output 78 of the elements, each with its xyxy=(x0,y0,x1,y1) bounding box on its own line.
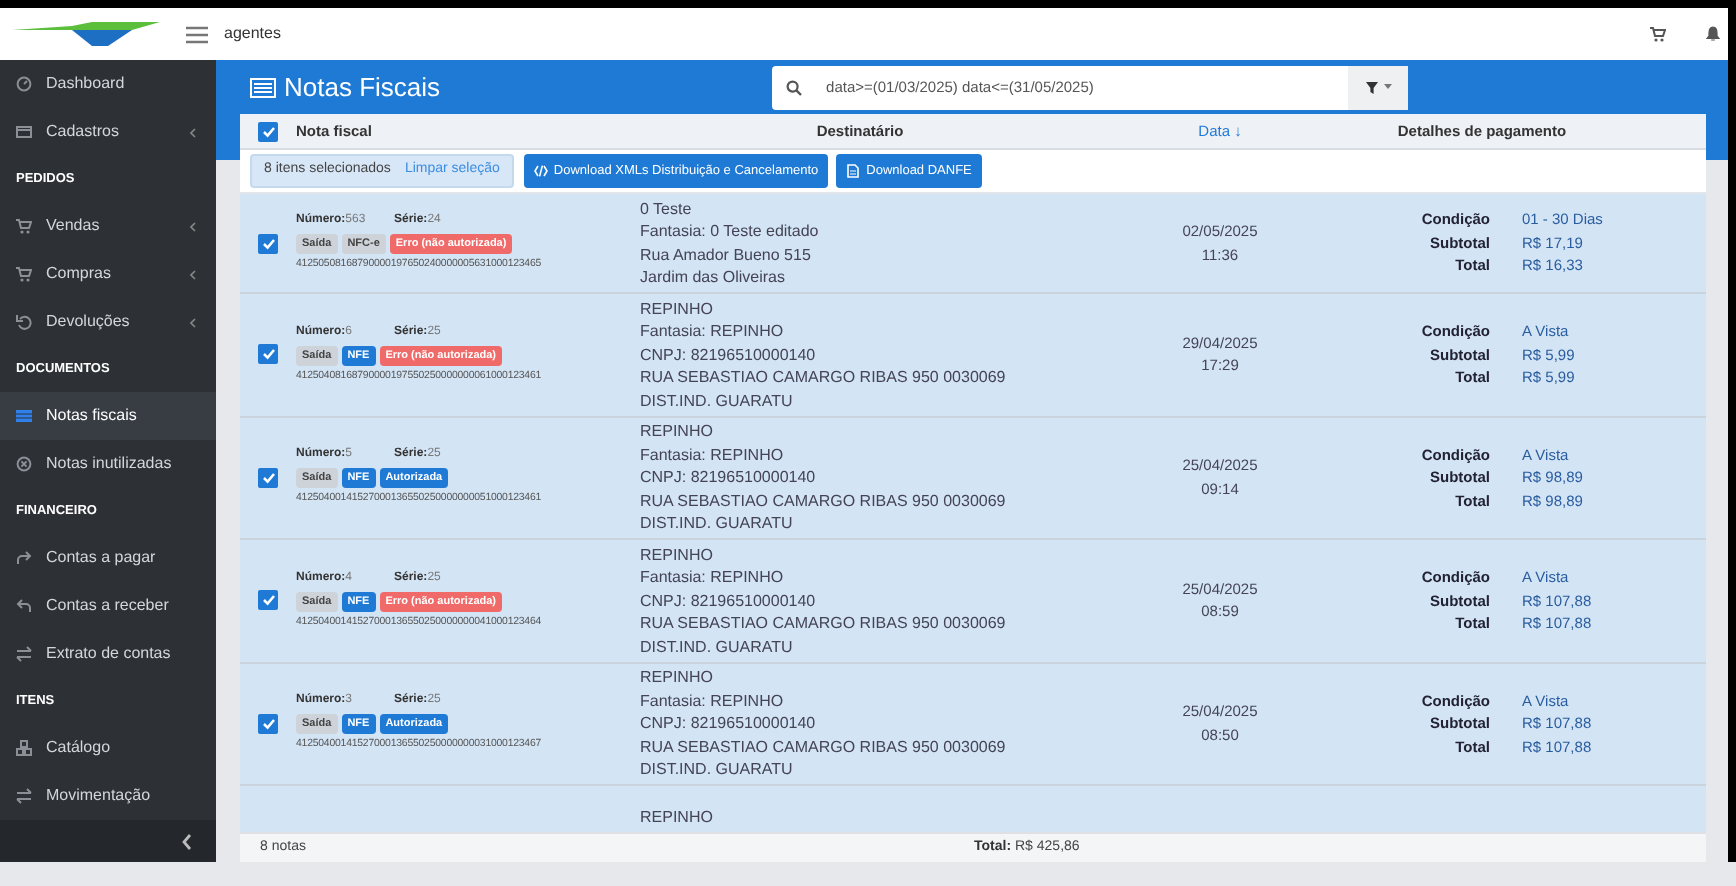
table-row[interactable]: REPINHO xyxy=(240,786,1706,832)
recipient-detail: RUA SEBASTIAO CAMARGO RIBAS 950 0030069 xyxy=(640,366,1008,389)
recipient-detail: CNPJ: 82196510000140 xyxy=(640,712,818,735)
recipient-detail: Fantasia: REPINHO xyxy=(640,689,786,712)
recipient-detail: REPINHO xyxy=(640,666,715,689)
recipient-detail: 0 Teste xyxy=(640,197,694,220)
recipient-detail: REPINHO xyxy=(640,297,715,320)
cross-circle-icon xyxy=(16,456,32,472)
chevron-icon xyxy=(190,317,196,327)
recipient-detail: DIST.IND. GUARATU xyxy=(640,512,795,535)
sidebar-item[interactable]: Contas a pagar xyxy=(0,534,216,582)
account-name: agentes xyxy=(224,22,281,46)
table-row[interactable] xyxy=(240,294,1706,417)
sidebar-item[interactable]: Dashboard xyxy=(0,60,216,108)
list-icon xyxy=(16,408,32,424)
table-row[interactable] xyxy=(240,417,1706,540)
caret-icon xyxy=(1383,84,1392,90)
filter-dropdown[interactable] xyxy=(1348,65,1409,109)
table-row[interactable] xyxy=(240,194,1706,294)
search-icon xyxy=(786,79,803,95)
cart-icon[interactable] xyxy=(1650,26,1666,42)
recipient-detail: RUA SEBASTIAO CAMARGO RIBAS 950 0030069 xyxy=(640,735,1008,758)
list-icon xyxy=(250,77,276,97)
recipient-detail: Fantasia: REPINHO xyxy=(640,566,786,589)
swap-arrows-icon xyxy=(16,646,32,662)
recipient-detail: CNPJ: 82196510000140 xyxy=(640,466,818,489)
menu-icon[interactable] xyxy=(186,25,208,43)
sidebar-item[interactable]: Compras xyxy=(0,250,216,298)
recipient-detail: Fantasia: REPINHO xyxy=(640,320,786,343)
forward-arrow-icon xyxy=(16,550,32,566)
cart-icon xyxy=(16,218,32,234)
table-row[interactable] xyxy=(240,540,1706,663)
row-checkbox[interactable] xyxy=(258,590,278,611)
sidebar-item[interactable]: Contas a receber xyxy=(0,582,216,630)
code-icon xyxy=(533,164,548,178)
card-icon xyxy=(16,124,32,140)
table-row[interactable] xyxy=(240,663,1706,786)
recipient-detail: RUA SEBASTIAO CAMARGO RIBAS 950 0030069 xyxy=(640,489,1008,512)
recipient-detail: DIST.IND. GUARATU xyxy=(640,758,795,781)
sidebar-item[interactable]: Cadastros xyxy=(0,108,216,156)
recipient-detail: Fantasia: 0 Teste editado xyxy=(640,220,821,243)
select-all-checkbox[interactable] xyxy=(258,121,278,141)
cart-icon xyxy=(16,266,32,282)
chevron-icon xyxy=(190,127,196,137)
gauge-icon xyxy=(16,76,32,92)
cubes-icon xyxy=(16,740,32,756)
recipient-detail: Rua Amador Bueno 515 xyxy=(640,243,813,266)
sidebar-item[interactable]: Devoluções xyxy=(0,298,216,346)
collapse-chevron-icon[interactable] xyxy=(182,833,192,849)
recipient-detail: Jardim das Oliveiras xyxy=(640,266,787,289)
row-checkbox[interactable] xyxy=(258,344,278,365)
recipient-detail: DIST.IND. GUARATU xyxy=(640,635,795,658)
sidebar-item[interactable]: Vendas xyxy=(0,202,216,250)
bell-icon[interactable] xyxy=(1706,26,1720,42)
row-checkbox[interactable] xyxy=(258,467,278,488)
sidebar-item[interactable]: Notas fiscais xyxy=(0,392,216,440)
recipient-detail: Fantasia: REPINHO xyxy=(640,443,786,466)
reply-arrow-icon xyxy=(16,598,32,614)
row-checkbox[interactable] xyxy=(258,713,278,734)
recipient-detail: REPINHO xyxy=(640,543,715,566)
recipient-detail: REPINHO xyxy=(640,420,715,443)
document-icon xyxy=(846,164,861,178)
chevron-icon xyxy=(190,269,196,279)
page-title: Notas Fiscais xyxy=(284,69,441,106)
sidebar-item[interactable]: Movimentação xyxy=(0,772,216,820)
sidebar-item[interactable]: Notas inutilizadas xyxy=(0,440,216,488)
recipient-detail: DIST.IND. GUARATU xyxy=(640,389,795,412)
recipient-detail: RUA SEBASTIAO CAMARGO RIBAS 950 0030069 xyxy=(640,612,1008,635)
recipient-detail: REPINHO xyxy=(640,808,713,826)
swap-arrows-icon xyxy=(16,788,32,804)
sidebar-item[interactable]: Catálogo xyxy=(0,724,216,772)
undo-icon xyxy=(16,314,32,330)
filter-icon xyxy=(1365,81,1378,93)
recipient-detail: CNPJ: 82196510000140 xyxy=(640,343,818,366)
recipient-detail: CNPJ: 82196510000140 xyxy=(640,589,818,612)
chevron-icon xyxy=(190,221,196,231)
sidebar-item[interactable]: Extrato de contas xyxy=(0,630,216,678)
row-checkbox[interactable] xyxy=(258,233,278,253)
